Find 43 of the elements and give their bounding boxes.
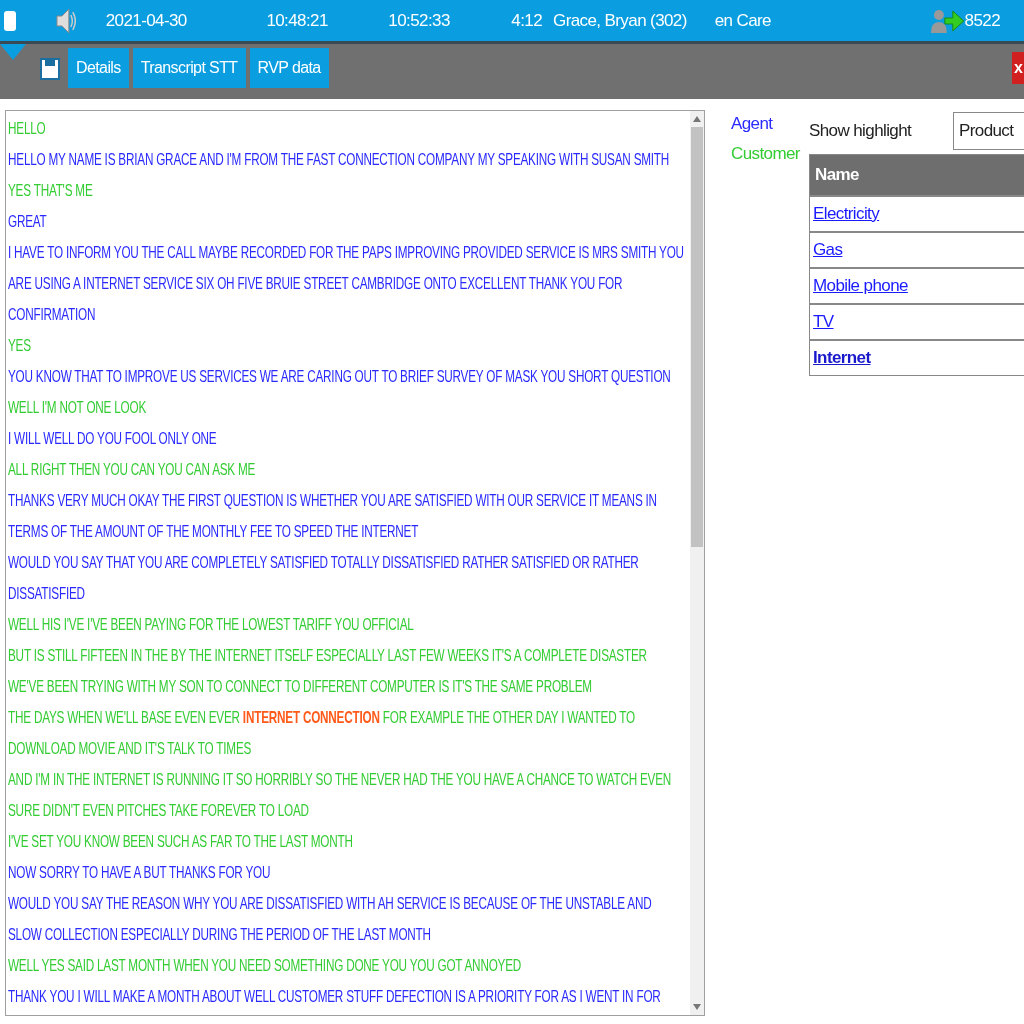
utterance: GREAT: [8, 211, 48, 233]
utterance: WELL YES SAID LAST MONTH WHEN YOU NEED SOMETHING DONE YOU YOU GOT ANNOYED: [8, 955, 523, 977]
utterance: YES THAT'S ME: [8, 180, 94, 202]
utterance: WOULD YOU SAY THE REASON WHY YOU ARE DISSATISFIED WITH AH SERVICE IS BECAUSE OF THE UNSTABLE AND SLOW COLLECTION ESPECIALLY DURING THE PERIOD OF THE LAST MONTH: [8, 893, 653, 946]
checkbox[interactable]: [4, 10, 16, 31]
call-date: 2021-04-30: [105, 10, 188, 31]
product-link[interactable]: Gas: [813, 240, 843, 259]
start-time: 10:48:21: [266, 10, 329, 31]
utterance: WOULD YOU SAY THAT YOU ARE COMPLETELY SATISFIED TOTALLY DISSATISFIED RATHER SATISFIED OR RATHER DISSATISFIED: [8, 552, 640, 605]
utterance: WELL HIS I'VE I'VE BEEN PAYING FOR THE LOWEST TARIFF YOU OFFICIAL: [8, 614, 415, 636]
save-icon[interactable]: [40, 58, 60, 80]
utterance: BUT IS STILL FIFTEEN IN THE BY THE INTERNET ITSELF ESPECIALLY LAST FEW WEEKS IT'S A COMPLETE DISASTER: [8, 645, 648, 667]
legend-label: Agent: [731, 114, 774, 134]
utterance: NOW SORRY TO HAVE A BUT THANKS FOR YOU: [8, 862, 272, 884]
utterance: YOU KNOW THAT TO IMPROVE US SERVICES WE ARE CARING OUT TO BRIEF SURVEY OF MASK YOU SHORT QUESTION: [8, 366, 672, 388]
utterance: I HAVE TO INFORM YOU THE CALL MAYBE RECORDED FOR THE PAPS IMPROVING PROVIDED SERVICE IS MRS SMITH YOU ARE USING A INTERNET SERVICE SIX OH FIVE BRUIE STREET CAMBRIDGE ONTO EXCELLENT THANK YOU FOR CONFIRMATION: [8, 242, 685, 326]
utterance: WE'VE BEEN TRYING WITH MY SON TO CONNECT TO DIFFERENT COMPUTER IS IT'S THE SAME PROBLEM: [8, 676, 593, 698]
product-link[interactable]: Electricity: [813, 204, 880, 223]
utterance: ALL RIGHT THEN YOU CAN YOU CAN ASK ME: [8, 459, 257, 481]
utterance: THANKS VERY MUCH OKAY THE FIRST QUESTION IS WHETHER YOU ARE SATISFIED WITH OUR SERVICE IT MEANS IN TERMS OF THE AMOUNT OF THE MONTHLY FEE TO SPEED THE INTERNET: [8, 490, 658, 543]
product-link[interactable]: Mobile phone: [813, 276, 908, 295]
highlight-dropdown[interactable]: Product: [953, 112, 1024, 150]
column-header: Name: [809, 154, 1024, 196]
product-link[interactable]: Internet: [813, 348, 871, 367]
utterance: HELLO: [8, 118, 47, 140]
product-link[interactable]: TV: [813, 312, 834, 331]
close-button[interactable]: x: [1012, 52, 1024, 84]
call-duration: 4:12: [511, 10, 543, 31]
utterance: HELLO MY NAME IS BRIAN GRACE AND I'M FROM THE FAST CONNECTION COMPANY MY SPEAKING WITH SUSAN SMITH: [8, 149, 671, 171]
utterance: I'VE SET YOU KNOW BEEN SUCH AS FAR TO THE LAST MONTH: [8, 831, 354, 853]
show-highlight-label: Show highlight: [809, 121, 913, 141]
utterance: THE DAYS WHEN WE'LL BASE EVEN EVER INTERNET CONNECTION FOR EXAMPLE THE OTHER DAY I WANTED TO DOWNLOAD MOVIE AND IT'S TALK TO TIMES: [8, 707, 636, 760]
utterance: I WILL WELL DO YOU FOOL ONLY ONE: [8, 428, 218, 450]
utterance: WELL I'M NOT ONE LOOK: [8, 397, 148, 419]
scrollbar[interactable]: [690, 111, 704, 1015]
queue-name: en Care: [714, 10, 772, 31]
end-time: 10:52:33: [388, 10, 451, 31]
agent-name: Grace, Bryan (302): [553, 10, 688, 31]
legend-label: Customer: [731, 144, 801, 164]
extension-number: 8522: [964, 10, 1000, 31]
utterance: YES: [8, 335, 32, 357]
utterance: THANK YOU I WILL MAKE A MONTH ABOUT WELL CUSTOMER STUFF DEFECTION IS A PRIORITY FOR AS I WENT IN FOR: [8, 986, 662, 1008]
utterance: AND I'M IN THE INTERNET IS RUNNING IT SO HORRIBLY SO THE NEVER HAD THE YOU HAVE A CHANCE TO WATCH EVEN SURE DIDN'T EVEN PITCHES TAKE FOREVER TO LOAD: [8, 769, 673, 822]
